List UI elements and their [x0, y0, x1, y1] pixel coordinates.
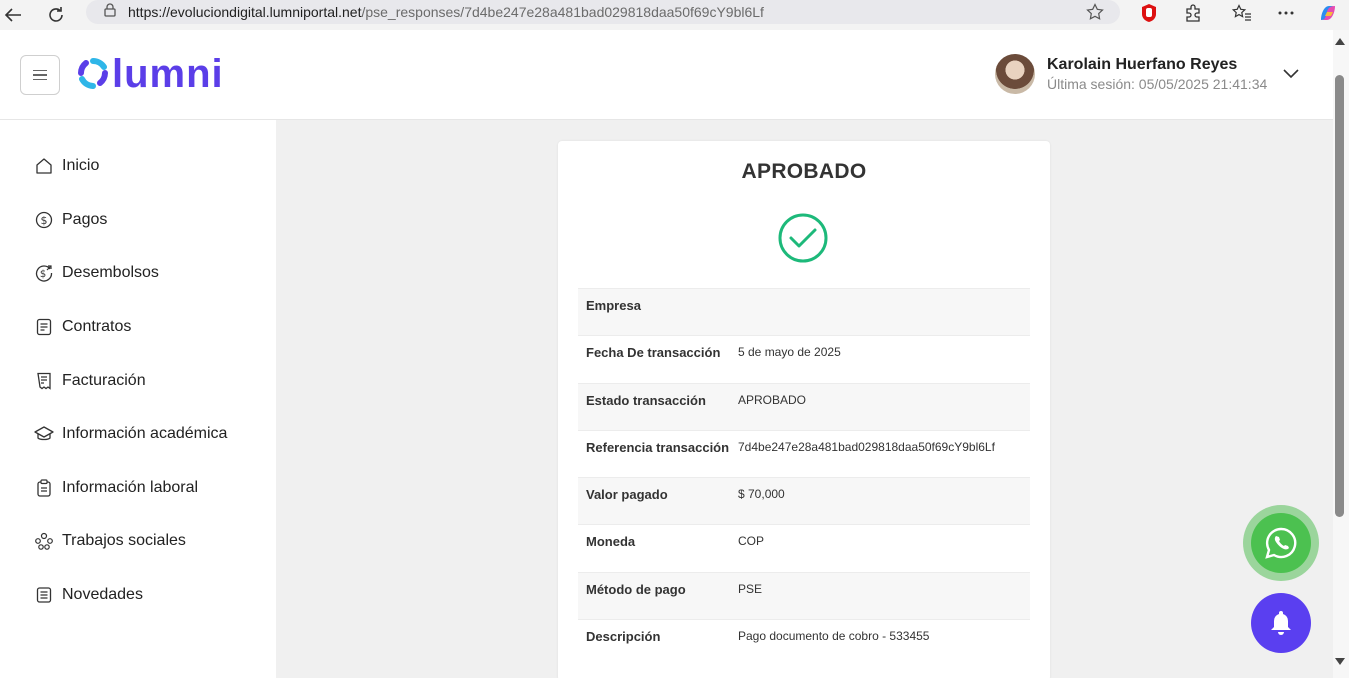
sidebar-item-trabajos-sociales[interactable]: Trabajos sociales: [34, 531, 186, 551]
table-row: Empresa: [578, 288, 1030, 336]
sidebar-item-label: Trabajos sociales: [62, 532, 186, 549]
table-row: Valor pagado $ 70,000: [578, 477, 1030, 525]
sidebar-item-label: Inicio: [62, 157, 100, 174]
sidebar-item-contratos[interactable]: Contratos: [34, 317, 131, 337]
page-scrollbar[interactable]: [1333, 30, 1349, 678]
back-icon[interactable]: [0, 2, 26, 28]
row-value: PSE: [738, 581, 763, 596]
row-label: Empresa: [586, 298, 641, 313]
contract-icon: [34, 317, 54, 337]
row-value: 5 de mayo de 2025: [738, 345, 841, 360]
row-value: COP: [738, 534, 765, 549]
menu-line-icon: [33, 69, 47, 72]
status-title: APROBADO: [741, 160, 867, 183]
address-bar[interactable]: https://evoluciondigital.lumniportal.net…: [86, 0, 1120, 24]
row-value: APROBADO: [738, 392, 807, 407]
table-row: Fecha De transacción 5 de mayo de 2025: [578, 335, 1030, 382]
copilot-icon[interactable]: [1316, 1, 1340, 25]
dollar-icon: $: [34, 210, 54, 230]
table-row: Estado transacción APROBADO: [578, 382, 1030, 430]
url-path: /pse_responses/7d4be247e28a481bad029818d…: [361, 4, 764, 20]
reload-icon[interactable]: [43, 2, 69, 28]
browser-toolbar: https://evoluciondigital.lumniportal.net…: [0, 0, 1349, 30]
avatar: [995, 54, 1035, 94]
sidebar-item-label: Contratos: [62, 318, 132, 335]
transaction-details-table: Empresa Fecha De transacción 5 de mayo d…: [578, 288, 1030, 666]
sidebar-item-informacion-laboral[interactable]: Información laboral: [34, 478, 198, 498]
whatsapp-icon: [1265, 527, 1297, 559]
row-label: Moneda: [586, 534, 636, 550]
row-label: Descripción: [586, 629, 661, 645]
people-icon: [34, 531, 54, 551]
sidebar: Inicio $ Pagos $ Desembolsos Contratos F…: [0, 120, 276, 678]
favorite-star-icon[interactable]: [1086, 3, 1104, 26]
menu-line-icon: [33, 74, 47, 76]
lumni-logo-mark-icon: [78, 58, 108, 89]
svg-text:$: $: [41, 214, 48, 227]
row-label: Valor pagado: [586, 487, 668, 503]
table-row: Referencia transacción 7d4be247e28a481ba…: [578, 429, 1030, 477]
extensions-puzzle-icon[interactable]: [1181, 1, 1205, 25]
scroll-down-icon[interactable]: [1335, 658, 1345, 665]
sidebar-item-label: Novedades: [62, 586, 143, 603]
table-row: Descripción Pago documento de cobro - 53…: [578, 619, 1030, 666]
whatsapp-button[interactable]: [1243, 505, 1319, 581]
news-icon: [34, 585, 54, 605]
sidebar-item-pagos[interactable]: $ Pagos: [34, 210, 107, 230]
sidebar-item-inicio[interactable]: Inicio: [34, 156, 99, 176]
user-profile[interactable]: Karolain Huerfano Reyes Última sesión: 0…: [995, 54, 1267, 94]
lock-icon: [104, 2, 116, 22]
notifications-button[interactable]: [1251, 593, 1311, 653]
row-label: Fecha De transacción: [586, 345, 721, 361]
check-circle-icon: [778, 213, 828, 268]
bell-icon: [1271, 611, 1291, 635]
user-name: Karolain Huerfano Reyes: [1047, 56, 1238, 73]
sidebar-item-informacion-academica[interactable]: Información académica: [34, 424, 227, 444]
clipboard-icon: [34, 478, 54, 498]
app-header: lumni Karolain Huerfano Reyes Última ses…: [0, 30, 1333, 120]
sidebar-item-facturacion[interactable]: Facturación: [34, 371, 146, 391]
graduation-cap-icon: [34, 424, 54, 444]
url-host: https://evoluciondigital.lumniportal.net: [128, 4, 362, 20]
row-label: Estado transacción: [586, 392, 706, 408]
main-content: APROBADO Empresa Fecha De transacción 5 …: [276, 120, 1333, 678]
scroll-up-icon[interactable]: [1335, 38, 1345, 45]
logo-text: lumni: [112, 52, 224, 96]
svg-text:$: $: [40, 269, 46, 280]
more-options-icon[interactable]: [1274, 1, 1298, 25]
disbursement-icon: $: [34, 263, 54, 283]
scrollbar-thumb[interactable]: [1335, 75, 1344, 517]
sidebar-item-novedades[interactable]: Novedades: [34, 585, 143, 605]
row-value: 7d4be247e28a481bad029818daa50f69cY9bl6Lf: [738, 439, 995, 454]
sidebar-item-desembolsos[interactable]: $ Desembolsos: [34, 263, 159, 283]
last-session: Última sesión: 05/05/2025 21:41:34: [1047, 76, 1268, 92]
row-label: Método de pago: [586, 581, 686, 597]
adblock-extension-icon[interactable]: [1137, 1, 1161, 25]
table-row: Moneda COP: [578, 524, 1030, 571]
sidebar-item-label: Pagos: [62, 211, 108, 228]
menu-line-icon: [33, 78, 47, 81]
favorites-list-icon[interactable]: [1230, 1, 1254, 25]
lumni-logo[interactable]: lumni: [78, 52, 224, 96]
table-row: Método de pago PSE: [578, 571, 1030, 620]
invoice-icon: [34, 371, 54, 391]
row-value: Pago documento de cobro - 533455: [738, 629, 930, 644]
home-icon: [34, 156, 54, 176]
row-label: Referencia transacción: [586, 439, 730, 455]
sidebar-item-label: Información laboral: [62, 479, 199, 496]
hamburger-menu-button[interactable]: [20, 55, 60, 95]
chevron-down-icon[interactable]: [1282, 66, 1300, 84]
payment-result-card: APROBADO Empresa Fecha De transacción 5 …: [558, 141, 1050, 678]
sidebar-item-label: Facturación: [62, 372, 146, 389]
sidebar-item-label: Información académica: [62, 425, 228, 442]
row-value: $ 70,000: [738, 487, 785, 502]
sidebar-item-label: Desembolsos: [62, 264, 159, 281]
whatsapp-inner: [1251, 513, 1311, 573]
